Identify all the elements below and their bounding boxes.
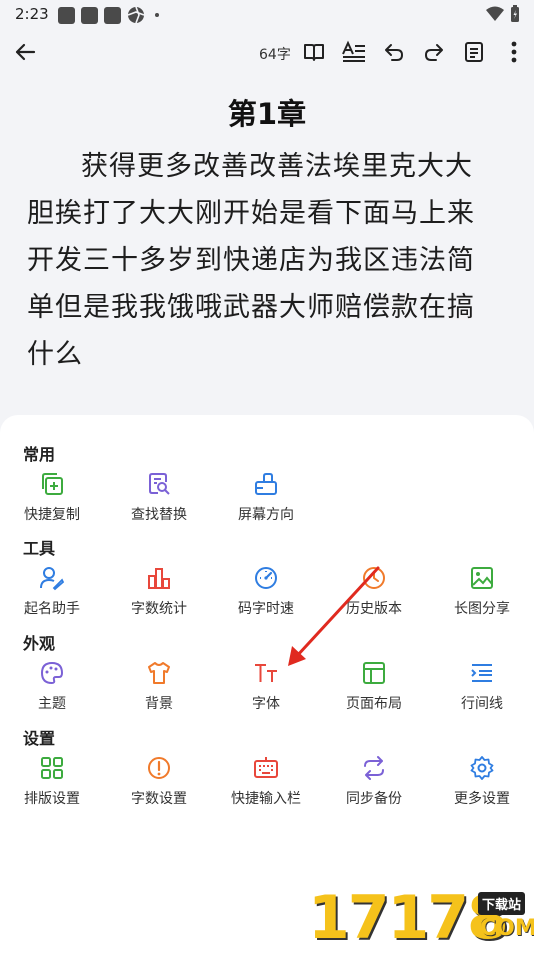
section-title-tools: 工具 (23, 539, 56, 558)
wifi-icon (486, 6, 504, 21)
item-label: 更多设置 (454, 791, 510, 807)
screen-rotate-icon (253, 471, 279, 497)
item-label: 同步备份 (346, 791, 402, 807)
status-time: 2:23 (15, 5, 49, 23)
typesetting-settings-button[interactable]: 排版设置 (0, 755, 106, 808)
word-count-settings-button[interactable]: 字数设置 (105, 755, 213, 808)
redo-icon (425, 44, 443, 61)
text-format-icon (342, 40, 365, 62)
grid-layout-icon (39, 755, 65, 781)
alert-circle-icon (146, 755, 172, 781)
chapter-body[interactable]: 获得更多改善改善法埃里克大大胆挨打了大大刚开始是看下面马上来开发三十多岁到快递店… (27, 143, 489, 378)
more-menu-button[interactable] (500, 38, 528, 66)
tools-bottom-sheet: 常用 快捷复制 查找替换 屏幕方向 工具 起名助手 字数统计 码字时速 历史版本… (0, 415, 534, 955)
section-title-settings: 设置 (23, 729, 56, 748)
typing-speed-button[interactable]: 码字时速 (212, 565, 320, 618)
item-label: 起名助手 (24, 601, 80, 617)
more-notifications-dot (155, 13, 159, 17)
theme-button[interactable]: 主题 (0, 660, 106, 713)
notification-icon (104, 6, 121, 24)
back-button[interactable] (11, 38, 39, 66)
word-count: 64字 (259, 47, 291, 63)
line-spacing-button[interactable]: 行间线 (428, 660, 534, 713)
redo-button[interactable] (420, 38, 448, 66)
item-label: 快捷输入栏 (231, 791, 301, 807)
keyboard-icon (253, 755, 279, 781)
item-label: 字数统计 (131, 601, 187, 617)
history-icon (361, 565, 387, 591)
find-replace-icon (146, 471, 172, 497)
document-icon (465, 42, 483, 62)
copy-add-icon (39, 471, 65, 497)
editor-toolbar: 64字 (0, 30, 534, 74)
history-versions-button[interactable]: 历史版本 (320, 565, 428, 618)
quick-copy-button[interactable]: 快捷复制 (0, 471, 106, 524)
item-label: 查找替换 (131, 507, 187, 523)
more-settings-button[interactable]: 更多设置 (428, 755, 534, 808)
item-label: 页面布局 (346, 696, 402, 712)
sync-backup-button[interactable]: 同步备份 (320, 755, 428, 808)
item-label: 历史版本 (346, 601, 402, 617)
more-vertical-icon (511, 41, 517, 63)
palette-icon (39, 660, 65, 686)
item-label: 背景 (145, 696, 173, 712)
undo-button[interactable] (380, 38, 408, 66)
item-label: 行间线 (461, 696, 503, 712)
section-title-appearance: 外观 (23, 634, 56, 653)
item-label: 屏幕方向 (238, 507, 294, 523)
background-button[interactable]: 背景 (105, 660, 213, 713)
notes-button[interactable] (460, 38, 488, 66)
item-label: 长图分享 (454, 601, 510, 617)
shirt-icon (146, 660, 172, 686)
watermark-number: 17178 (308, 883, 509, 953)
chapter-title[interactable]: 第1章 (0, 91, 534, 133)
find-replace-button[interactable]: 查找替换 (105, 471, 213, 524)
notification-icons (58, 6, 159, 24)
bar-chart-icon (146, 565, 172, 591)
item-label: 快捷复制 (24, 507, 80, 523)
status-bar: 2:23 (0, 0, 534, 28)
font-button[interactable]: 字体 (212, 660, 320, 713)
arrow-left-icon (15, 43, 36, 61)
open-book-icon (304, 44, 324, 61)
aperture-icon (127, 6, 145, 24)
watermark-domain: COM (480, 916, 534, 941)
page-layout-button[interactable]: 页面布局 (320, 660, 428, 713)
item-label: 排版设置 (24, 791, 80, 807)
speedometer-icon (253, 565, 279, 591)
battery-icon (511, 5, 519, 22)
layout-icon (361, 660, 387, 686)
notification-icon (58, 6, 75, 24)
watermark-badge: 下载站 (478, 892, 526, 915)
image-share-icon (469, 565, 495, 591)
user-edit-icon (39, 565, 65, 591)
quick-input-bar-button[interactable]: 快捷输入栏 (212, 755, 320, 808)
text-format-button[interactable] (340, 38, 368, 66)
naming-assistant-button[interactable]: 起名助手 (0, 565, 106, 618)
word-stats-button[interactable]: 字数统计 (105, 565, 213, 618)
screen-orientation-button[interactable]: 屏幕方向 (212, 471, 320, 524)
item-label: 字数设置 (131, 791, 187, 807)
font-icon (253, 660, 279, 686)
section-title-common: 常用 (23, 445, 56, 464)
sync-icon (361, 755, 387, 781)
item-label: 码字时速 (238, 601, 294, 617)
watermark-logo: 17178 下载站 COM (308, 886, 534, 950)
long-image-share-button[interactable]: 长图分享 (428, 565, 534, 618)
item-label: 字体 (252, 696, 280, 712)
item-label: 主题 (38, 696, 66, 712)
gear-icon (469, 755, 495, 781)
line-spacing-icon (469, 660, 495, 686)
notification-icon (81, 6, 98, 24)
undo-icon (385, 44, 403, 61)
book-view-button[interactable] (300, 38, 328, 66)
